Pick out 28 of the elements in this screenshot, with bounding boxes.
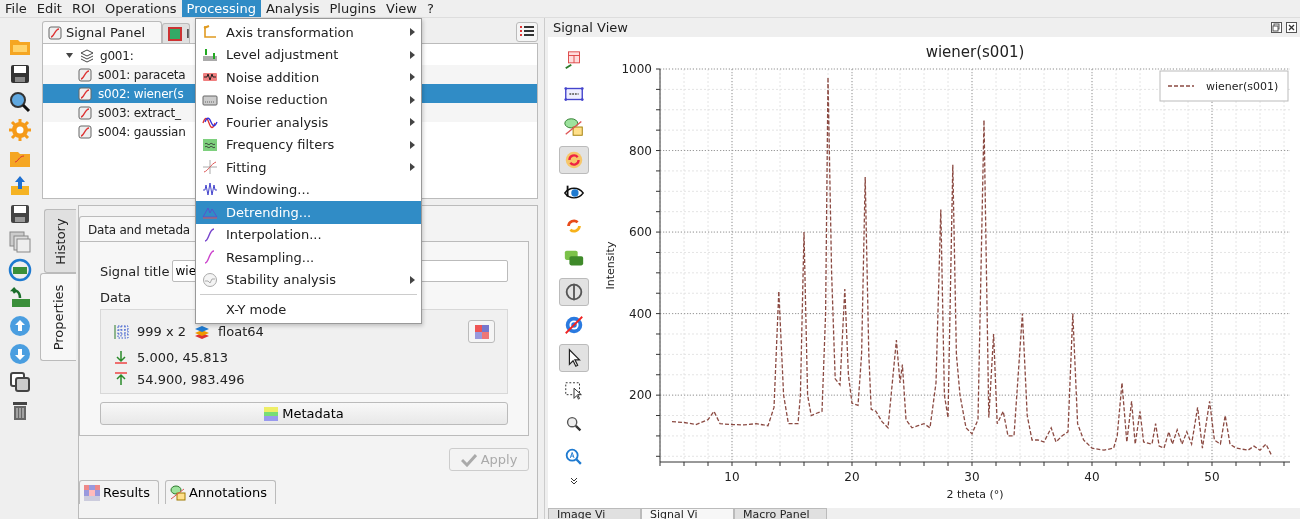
y-tick-label: 200: [629, 388, 652, 403]
x-tick-label: 30: [964, 470, 980, 484]
dock-title: Signal View: [553, 20, 629, 35]
field-label: Signal title: [100, 263, 170, 279]
legend-label: wiener(s001): [1206, 80, 1279, 93]
min-value: 5.000, 45.813: [137, 349, 228, 365]
group-label: g001:: [100, 48, 134, 63]
y-tick-label: 1000: [621, 62, 652, 76]
signal-label: s003: extract_: [98, 105, 181, 120]
signal-label: s002: wiener(s: [98, 86, 184, 101]
section-label: Data: [100, 290, 133, 305]
x-tick-label: 40: [1084, 470, 1100, 484]
x-tick-label: 20: [844, 470, 860, 484]
y-tick-label: 800: [629, 143, 652, 158]
signal-label: s004: gaussian: [98, 124, 186, 139]
chart-title: wiener(s001): [925, 43, 1025, 61]
x-axis-label: 2 theta (°): [946, 488, 1004, 501]
max-value: 54.900, 983.496: [137, 371, 245, 387]
y-tick-label: 400: [629, 306, 652, 321]
dtype-value: float64: [218, 324, 264, 339]
tab-label: I: [186, 26, 190, 41]
x-tick-label: 10: [724, 470, 740, 484]
x-tick-label: 50: [1204, 470, 1220, 484]
y-axis-label: Intensity: [604, 241, 617, 290]
shape-value: 999 x 2: [137, 324, 187, 339]
signal-label: s001: paraceta: [98, 67, 186, 82]
y-tick-label: 600: [629, 225, 652, 240]
tab-label: Signal Panel: [66, 25, 146, 40]
